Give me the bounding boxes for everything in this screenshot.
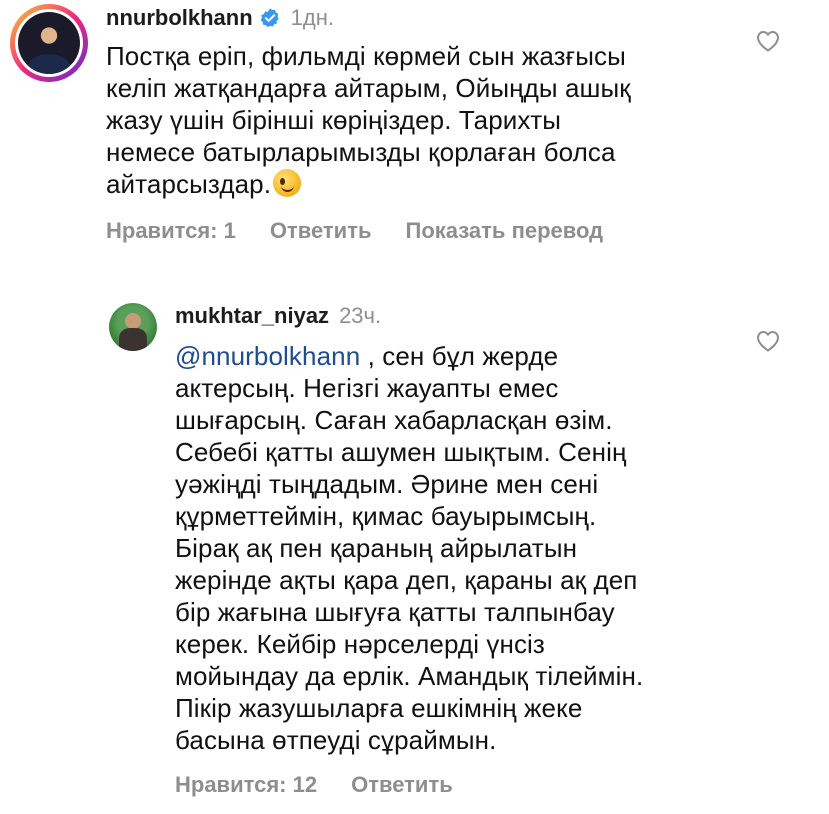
- comment-line-text: , сен бұл жерде: [360, 341, 559, 371]
- comment-text: @nnurbolkhann , сен бұл жерде актерсың. …: [175, 340, 735, 756]
- likes-count-button[interactable]: Нравится: 12: [175, 772, 317, 798]
- comment-line: басына өтпеуді сұраймын.: [175, 725, 497, 755]
- comment-line: келіп жатқандарға айтарым, Ойыңды ашық: [106, 73, 631, 103]
- comment-line-text: айтарсыздар.: [106, 169, 272, 199]
- reply-button[interactable]: Ответить: [351, 772, 453, 798]
- username[interactable]: nnurbolkhann: [106, 5, 253, 31]
- avatar-ring: [15, 9, 83, 77]
- comment-line: жазу үшін бірінші көріңіздер. Тарихты: [106, 105, 562, 135]
- heart-outline-icon[interactable]: [756, 330, 780, 352]
- mention-link[interactable]: @nnurbolkhann: [175, 341, 360, 371]
- comment-line: немесе батырларымызды қорлаған болса: [106, 137, 616, 167]
- wink-emoji-icon: [273, 169, 302, 197]
- comment-actions: Нравится: 1 Ответить Показать перевод: [106, 218, 603, 244]
- comment-line: Пікір жазушыларға ешкімнің жеке: [175, 693, 583, 723]
- comment-line: Бірақ ақ пен қараның айрылатын: [175, 533, 578, 563]
- comment-text: Постқа еріп, фильмді көрмей сын жазғысы …: [106, 40, 746, 200]
- comment-time: 1дн.: [290, 5, 334, 30]
- comment-line: Постқа еріп, фильмді көрмей сын жазғысы: [106, 41, 626, 71]
- comment-header: nnurbolkhann 1дн.: [106, 4, 334, 32]
- reply-button[interactable]: Ответить: [270, 218, 372, 244]
- comment-line: уәжіңді тыңдадым. Әрине мен сені: [175, 469, 599, 499]
- heart-outline-icon[interactable]: [756, 30, 780, 52]
- avatar-head: [125, 313, 141, 329]
- comment-line-last: айтарсыздар.: [106, 168, 746, 200]
- comment-line: құрметтеймін, қимас бауырымсың.: [175, 501, 597, 531]
- likes-count-button[interactable]: Нравится: 1: [106, 218, 236, 244]
- username[interactable]: mukhtar_niyaz: [175, 303, 329, 329]
- comment-actions: Нравится: 12 Ответить: [175, 772, 453, 798]
- comment-line: жерінде ақты қара деп, қараны ақ деп: [175, 565, 638, 595]
- comment-line: бір жағына шығуға қатты талпынбау: [175, 597, 615, 627]
- comment-line: Себебі қатты ашумен шықтым. Сенің: [175, 437, 627, 467]
- avatar-photo: [18, 12, 80, 74]
- verified-badge-icon: [260, 8, 279, 28]
- avatar-mukhtar-niyaz[interactable]: [109, 303, 157, 351]
- avatar-nnurbolkhann[interactable]: [10, 4, 88, 82]
- comment-line: актерсың. Негізгі жауапты емес: [175, 373, 559, 403]
- show-translation-button[interactable]: Показать перевод: [406, 218, 604, 244]
- comment-time: 23ч.: [339, 303, 382, 328]
- comment-header: mukhtar_niyaz 23ч.: [175, 302, 381, 330]
- avatar-body: [119, 328, 147, 351]
- comment-line: мойындау да ерлік. Амандық тілеймін.: [175, 661, 644, 691]
- comment-line-first: @nnurbolkhann , сен бұл жерде: [175, 340, 735, 372]
- comment-line: шығарсың. Саған хабарласқан өзім.: [175, 405, 613, 435]
- comment-line: керек. Кейбір нәрселерді үнсіз: [175, 629, 545, 659]
